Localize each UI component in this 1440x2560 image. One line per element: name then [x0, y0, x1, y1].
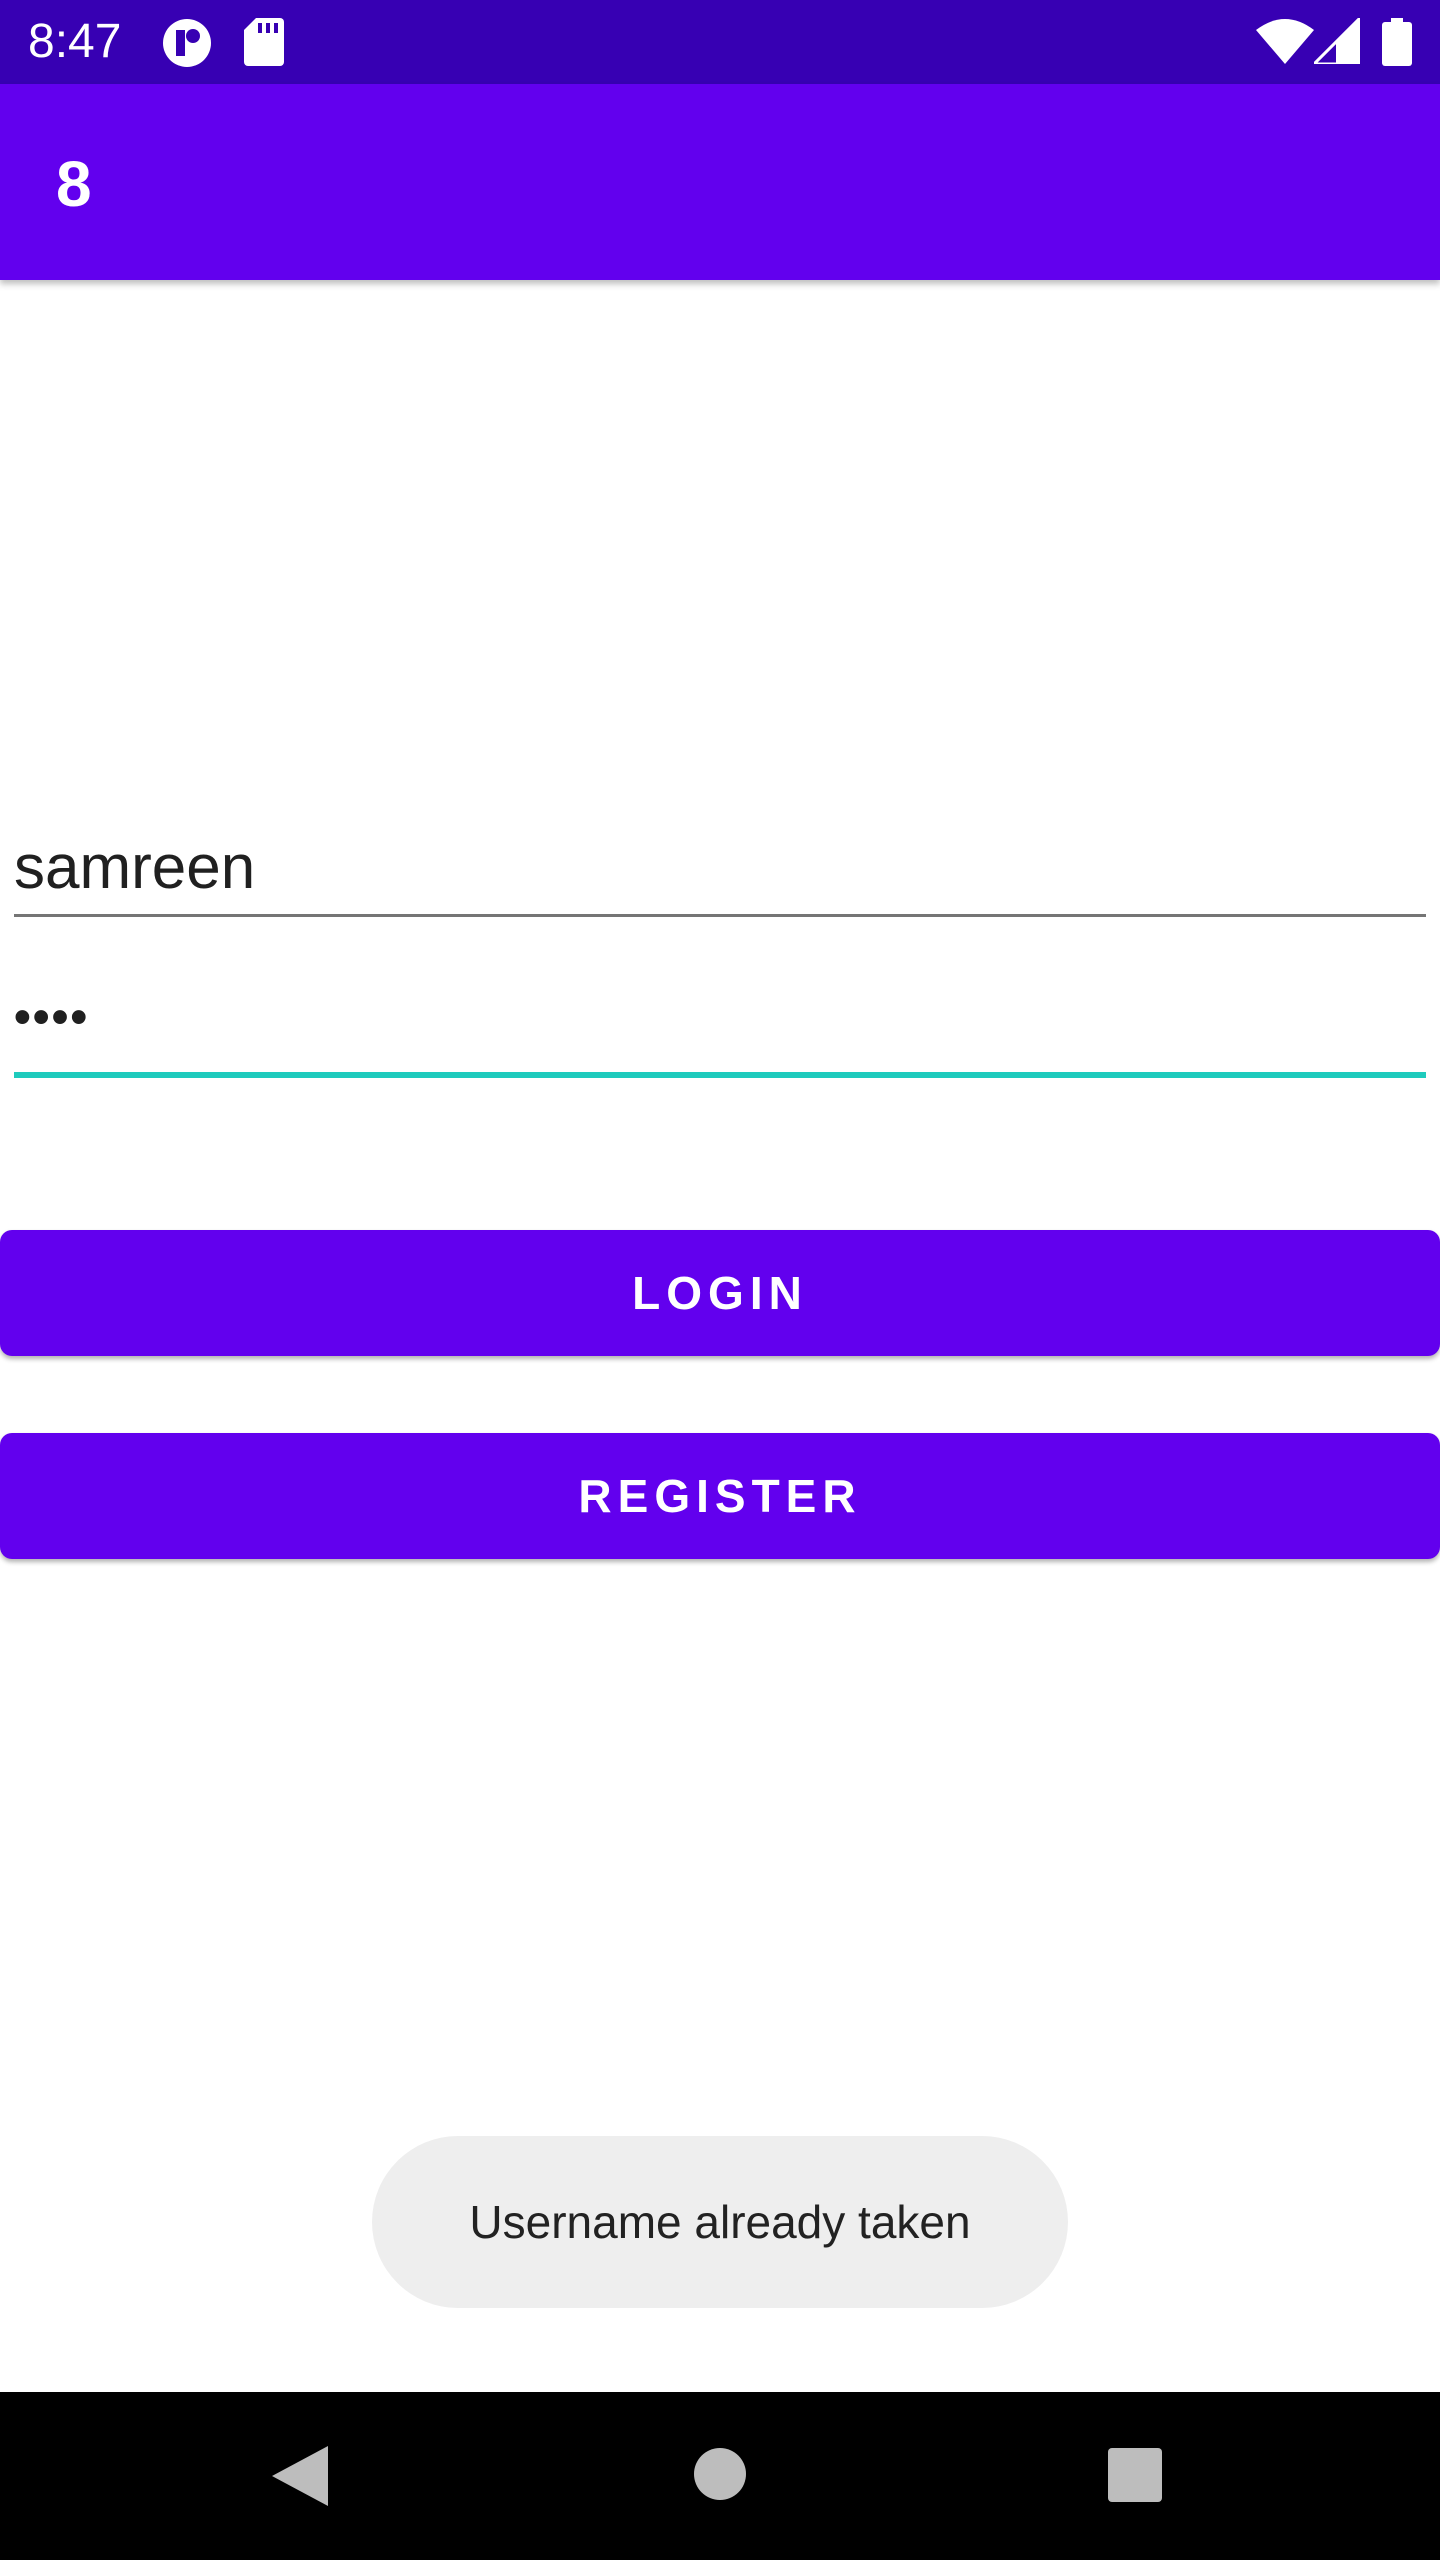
username-value: samreen: [14, 833, 256, 902]
battery-icon: [1382, 18, 1412, 66]
login-button-label: LOGIN: [632, 1267, 808, 1319]
toast-text: Username already taken: [469, 2196, 971, 2248]
toast-message: Username already taken: [372, 2136, 1068, 2308]
home-icon[interactable]: [694, 2448, 746, 2500]
sd-card-icon: [244, 18, 284, 66]
register-button[interactable]: REGISTER: [0, 1433, 1440, 1559]
password-value: ••••: [14, 991, 90, 1044]
username-underline: [14, 914, 1426, 917]
login-button[interactable]: LOGIN: [0, 1230, 1440, 1356]
username-field[interactable]: samreen: [14, 820, 1426, 920]
navigation-bar: [0, 2392, 1440, 2560]
app-title: 8: [56, 148, 92, 220]
password-field[interactable]: ••••: [14, 972, 1426, 1082]
back-icon[interactable]: [272, 2446, 328, 2506]
notification-app-icon: [163, 19, 211, 67]
status-bar: 8:47: [0, 0, 1440, 84]
wifi-icon: [1256, 19, 1314, 64]
register-button-label: REGISTER: [578, 1470, 862, 1522]
app-bar: 8: [0, 84, 1440, 280]
password-underline-focused: [14, 1072, 1426, 1078]
cell-signal-icon: [1314, 18, 1360, 64]
status-time: 8:47: [28, 15, 122, 68]
recents-icon[interactable]: [1108, 2448, 1162, 2502]
